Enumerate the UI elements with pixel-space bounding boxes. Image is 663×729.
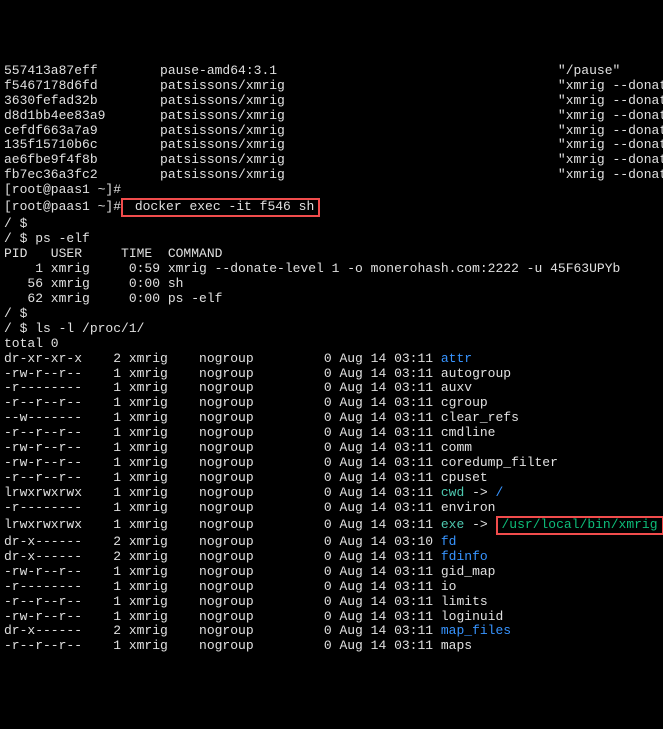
- ps-row: 56 xmrig 0:00 sh: [4, 277, 659, 292]
- proc-entry: -rw-r--r-- 1 xmrig nogroup 0 Aug 14 03:1…: [4, 565, 659, 580]
- proc-entry: -r--r--r-- 1 xmrig nogroup 0 Aug 14 03:1…: [4, 426, 659, 441]
- ls-command: / $ ls -l /proc/1/: [4, 322, 659, 337]
- shell-prompt[interactable]: [root@paas1 ~]#: [4, 183, 659, 198]
- proc-entry: -r--r--r-- 1 xmrig nogroup 0 Aug 14 03:1…: [4, 639, 659, 654]
- docker-ps-row: d8d1bb4ee83a9 patsissons/xmrig "xmrig --…: [4, 109, 659, 124]
- shell-prompt[interactable]: [root@paas1 ~]# docker exec -it f546 sh: [4, 198, 659, 217]
- proc-entry: -r--r--r-- 1 xmrig nogroup 0 Aug 14 03:1…: [4, 396, 659, 411]
- docker-ps-row: f5467178d6fd patsissons/xmrig "xmrig --d…: [4, 79, 659, 94]
- docker-ps-row: 557413a87eff pause-amd64:3.1 "/pause": [4, 64, 659, 79]
- proc-entry: -rw-r--r-- 1 xmrig nogroup 0 Aug 14 03:1…: [4, 456, 659, 471]
- shell-prompt: / $: [4, 217, 659, 232]
- proc-entry: -r-------- 1 xmrig nogroup 0 Aug 14 03:1…: [4, 381, 659, 396]
- proc-entry: -r--r--r-- 1 xmrig nogroup 0 Aug 14 03:1…: [4, 595, 659, 610]
- proc-entry: -r-------- 1 xmrig nogroup 0 Aug 14 03:1…: [4, 580, 659, 595]
- docker-ps-row: 135f15710b6c patsissons/xmrig "xmrig --d…: [4, 138, 659, 153]
- proc-entry: -rw-r--r-- 1 xmrig nogroup 0 Aug 14 03:1…: [4, 367, 659, 382]
- proc-entry: -r--r--r-- 1 xmrig nogroup 0 Aug 14 03:1…: [4, 471, 659, 486]
- proc-entry: --w------- 1 xmrig nogroup 0 Aug 14 03:1…: [4, 411, 659, 426]
- proc-entry: -rw-r--r-- 1 xmrig nogroup 0 Aug 14 03:1…: [4, 441, 659, 456]
- terminal-output[interactable]: 557413a87eff pause-amd64:3.1 "/pause"f54…: [4, 64, 659, 655]
- docker-ps-row: cefdf663a7a9 patsissons/xmrig "xmrig --d…: [4, 124, 659, 139]
- proc-entry: -rw-r--r-- 1 xmrig nogroup 0 Aug 14 03:1…: [4, 610, 659, 625]
- proc-entry: lrwxrwxrwx 1 xmrig nogroup 0 Aug 14 03:1…: [4, 486, 659, 501]
- ps-row: 1 xmrig 0:59 xmrig --donate-level 1 -o m…: [4, 262, 659, 277]
- proc-entry: dr-x------ 2 xmrig nogroup 0 Aug 14 03:1…: [4, 624, 659, 639]
- docker-exec-highlight: docker exec -it f546 sh: [121, 198, 320, 217]
- ps-row: 62 xmrig 0:00 ps -elf: [4, 292, 659, 307]
- proc-entry: dr-x------ 2 xmrig nogroup 0 Aug 14 03:1…: [4, 535, 659, 550]
- ps-command: / $ ps -elf: [4, 232, 659, 247]
- exe-target-highlight: /usr/local/bin/xmrig: [496, 516, 663, 535]
- ls-total: total 0: [4, 337, 659, 352]
- ps-header: PID USER TIME COMMAND: [4, 247, 659, 262]
- docker-ps-row: ae6fbe9f4f8b patsissons/xmrig "xmrig --d…: [4, 153, 659, 168]
- proc-entry: lrwxrwxrwx 1 xmrig nogroup 0 Aug 14 03:1…: [4, 516, 659, 535]
- shell-prompt: / $: [4, 307, 659, 322]
- docker-ps-row: 3630fefad32b patsissons/xmrig "xmrig --d…: [4, 94, 659, 109]
- docker-ps-row: fb7ec36a3fc2 patsissons/xmrig "xmrig --d…: [4, 168, 659, 183]
- proc-entry: dr-xr-xr-x 2 xmrig nogroup 0 Aug 14 03:1…: [4, 352, 659, 367]
- proc-entry: -r-------- 1 xmrig nogroup 0 Aug 14 03:1…: [4, 501, 659, 516]
- proc-entry: dr-x------ 2 xmrig nogroup 0 Aug 14 03:1…: [4, 550, 659, 565]
